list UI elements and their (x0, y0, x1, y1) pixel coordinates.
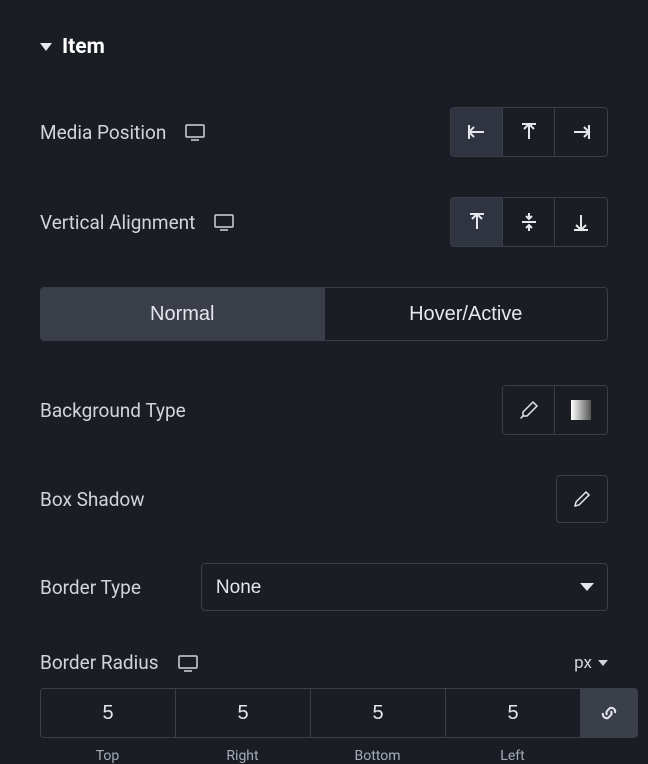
radius-right-wrap: Right (175, 688, 310, 764)
media-position-label: Media Position (40, 121, 166, 144)
border-radius-unit-select[interactable]: px (574, 653, 608, 673)
radius-bottom-label: Bottom (355, 748, 401, 764)
media-position-left[interactable] (451, 108, 503, 156)
radius-top-input[interactable] (40, 688, 175, 738)
align-left-icon (466, 122, 488, 142)
radius-left-input[interactable] (445, 688, 580, 738)
chevron-down-icon (598, 660, 608, 666)
valign-bottom-icon (571, 211, 591, 233)
valign-top-icon (467, 211, 487, 233)
background-type-row: Background Type (40, 385, 608, 435)
vertical-alignment-label: Vertical Alignment (40, 211, 195, 234)
vertical-align-middle[interactable] (503, 198, 555, 246)
section-header[interactable]: Item (40, 35, 608, 59)
border-radius-label: Border Radius (40, 651, 159, 674)
state-tabs: Normal Hover/Active (40, 287, 608, 341)
background-gradient-button[interactable] (555, 386, 607, 434)
link-icon (599, 703, 619, 723)
section-title: Item (62, 35, 105, 59)
radius-link-wrap (580, 688, 638, 764)
box-shadow-edit-button[interactable] (556, 475, 608, 523)
valign-middle-icon (519, 211, 539, 233)
radius-right-input[interactable] (175, 688, 310, 738)
radius-left-label: Left (500, 748, 524, 764)
border-type-label: Border Type (40, 576, 141, 599)
background-type-label: Background Type (40, 399, 186, 422)
unit-label: px (574, 653, 592, 673)
gradient-icon (571, 400, 591, 420)
border-type-row: Border Type None (40, 563, 608, 611)
border-type-select[interactable]: None (201, 563, 608, 611)
border-radius-row: Border Radius px (40, 651, 608, 674)
border-radius-label-group: Border Radius (40, 651, 199, 674)
radius-top-label: Top (96, 748, 120, 764)
vertical-alignment-row: Vertical Alignment (40, 197, 608, 247)
radius-bottom-wrap: Bottom (310, 688, 445, 764)
radius-right-label: Right (226, 748, 258, 764)
responsive-device-icon[interactable] (213, 213, 235, 231)
vertical-align-top[interactable] (451, 198, 503, 246)
media-position-label-group: Media Position (40, 121, 206, 144)
background-type-controls (502, 385, 608, 435)
media-position-row: Media Position (40, 107, 608, 157)
vertical-alignment-label-group: Vertical Alignment (40, 211, 235, 234)
tab-normal[interactable]: Normal (41, 288, 325, 340)
media-position-top[interactable] (503, 108, 555, 156)
link-spacer (607, 748, 610, 764)
collapse-toggle-icon[interactable] (40, 43, 52, 51)
align-right-icon (570, 122, 592, 142)
radius-left-wrap: Left (445, 688, 580, 764)
media-position-right[interactable] (555, 108, 607, 156)
media-position-controls (450, 107, 608, 157)
align-top-icon (519, 121, 539, 143)
background-classic-button[interactable] (503, 386, 555, 434)
brush-icon (519, 400, 539, 420)
box-shadow-row: Box Shadow (40, 475, 608, 523)
link-values-button[interactable] (580, 688, 638, 738)
vertical-align-bottom[interactable] (555, 198, 607, 246)
responsive-device-icon[interactable] (177, 654, 199, 672)
responsive-device-icon[interactable] (184, 123, 206, 141)
vertical-alignment-controls (450, 197, 608, 247)
pencil-icon (572, 489, 592, 509)
radius-bottom-input[interactable] (310, 688, 445, 738)
tab-hover-active[interactable]: Hover/Active (325, 288, 608, 340)
border-type-select-wrap: None (201, 563, 608, 611)
box-shadow-label: Box Shadow (40, 488, 145, 511)
radius-top-wrap: Top (40, 688, 175, 764)
border-radius-inputs: Top Right Bottom Left (40, 688, 608, 764)
